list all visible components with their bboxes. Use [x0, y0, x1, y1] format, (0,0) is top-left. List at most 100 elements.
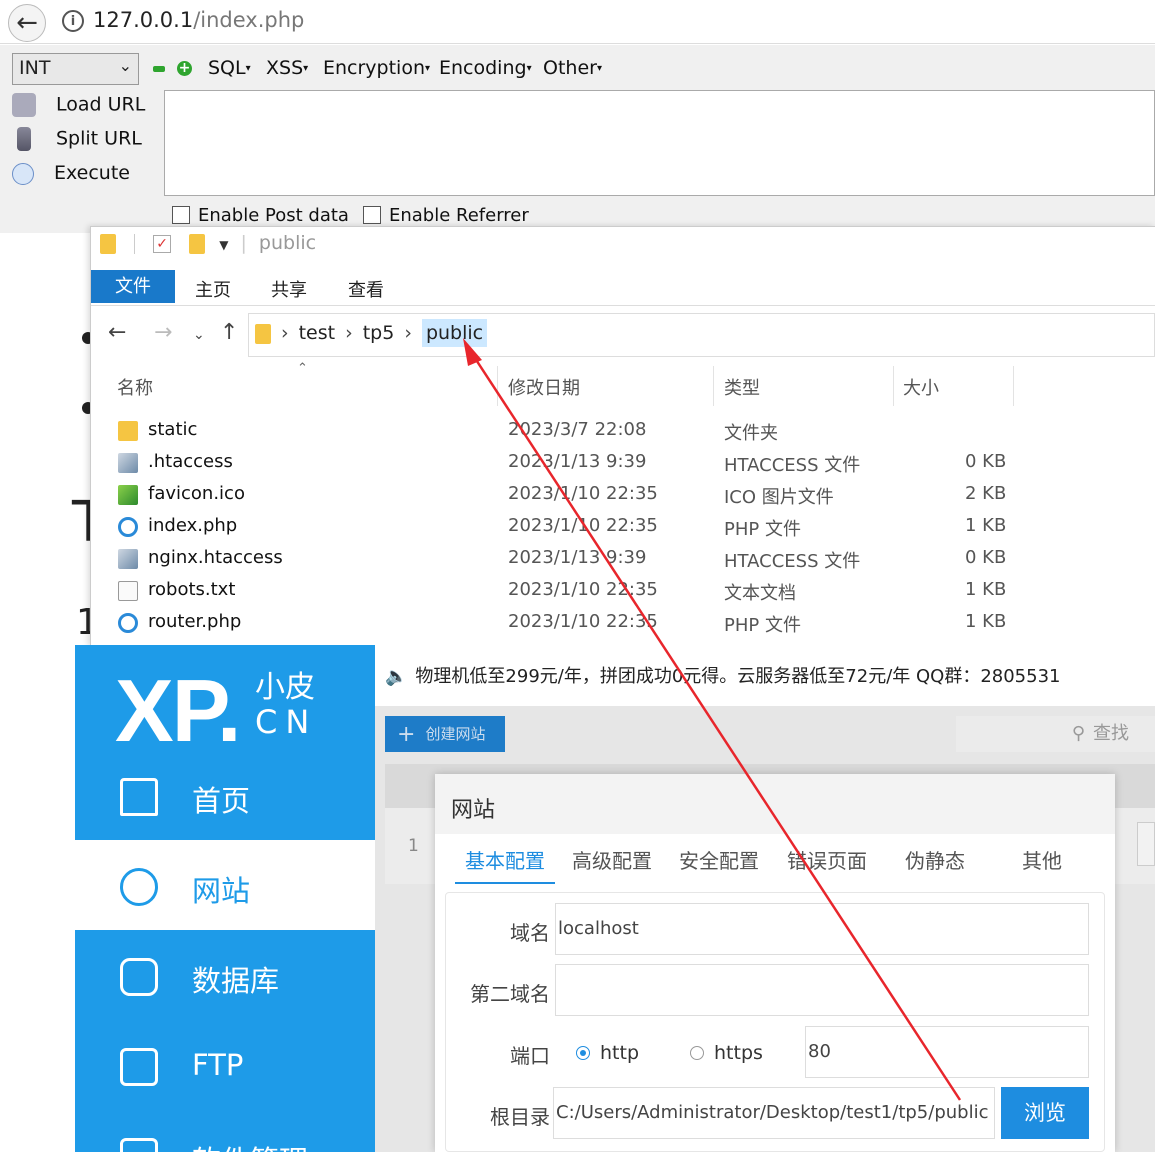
ie-file-icon [118, 517, 138, 537]
folder-icon [100, 233, 116, 254]
execute-button[interactable]: Execute [12, 162, 130, 185]
row-number: 1 [408, 836, 419, 856]
second-domain-input[interactable] [555, 964, 1089, 1016]
tab-other[interactable]: 其他 [1022, 845, 1062, 874]
minus-icon[interactable] [153, 66, 165, 72]
create-site-button[interactable]: + 创建网站 [385, 716, 505, 752]
image-file-icon [118, 485, 138, 505]
url-field[interactable]: 127.0.0.1/index.php [93, 8, 304, 32]
column-divider[interactable] [893, 366, 894, 406]
tab-share[interactable]: 共享 [271, 276, 307, 302]
column-divider[interactable] [713, 366, 714, 406]
column-name[interactable]: 名称 [117, 374, 153, 400]
software-icon [120, 1138, 158, 1152]
sort-up-icon: ⌃ [297, 361, 308, 376]
column-size[interactable]: 大小 [903, 374, 939, 400]
menu-encoding[interactable]: Encoding▾ [439, 57, 532, 79]
xp-logo-suffix: CN [255, 703, 318, 741]
tab-basic-config[interactable]: 基本配置 [455, 845, 555, 884]
nav-ftp[interactable]: FTP [75, 1020, 375, 1110]
customize-dropdown-icon[interactable]: ▼ [219, 238, 228, 252]
ribbon [91, 270, 1155, 306]
file-row[interactable]: nginx.htaccess 2023/1/13 9:39 HTACCESS 文件 0… [116, 543, 1016, 575]
radio-http[interactable]: http [576, 1042, 639, 1064]
file-row[interactable]: favicon.ico 2023/1/10 22:35 ICO 图片文件 2 KB [116, 479, 1016, 511]
back-arrow-icon[interactable]: ← [108, 320, 126, 345]
enable-post-checkbox[interactable]: Enable Post data [172, 205, 349, 226]
database-icon [120, 958, 158, 996]
speaker-icon: 🔈 [385, 666, 408, 687]
root-dir-input[interactable]: C:/Users/Administrator/Desktop/test1/tp5… [553, 1087, 995, 1139]
tab-home[interactable]: 主页 [195, 276, 231, 302]
breadcrumb-item[interactable]: test [299, 322, 336, 344]
ie-file-icon [118, 613, 138, 633]
properties-icon[interactable]: ✓ [153, 234, 172, 253]
xp-logo-cn: 小皮 [255, 670, 315, 705]
radio-https[interactable]: https [690, 1042, 763, 1064]
window-title: public [258, 232, 317, 254]
menu-sql[interactable]: SQL▾ [208, 57, 251, 79]
htaccess-file-icon [118, 549, 138, 569]
play-icon [12, 162, 34, 185]
second-domain-label: 第二域名 [470, 982, 550, 1006]
htaccess-file-icon [118, 453, 138, 473]
search-button[interactable]: ⚲ 查找 [956, 716, 1155, 752]
notice-bar: 🔈 物理机低至299元/年，拼团成功0元得。云服务器低至72元/年 QQ群：280… [385, 662, 1060, 688]
forward-arrow-icon[interactable]: → [154, 320, 172, 345]
breadcrumb-current[interactable]: public [421, 319, 488, 347]
url-textarea[interactable] [164, 90, 1155, 196]
dialog-title-bar [435, 774, 1115, 834]
port-input[interactable]: 80 [805, 1026, 1089, 1078]
column-divider[interactable] [497, 366, 498, 406]
file-row[interactable]: .htaccess 2023/1/13 9:39 HTACCESS 文件 0 KB [116, 447, 1016, 479]
file-row[interactable]: robots.txt 2023/1/10 22:35 文本文档 1 KB [116, 575, 1016, 607]
file-row[interactable]: index.php 2023/1/10 22:35 PHP 文件 1 KB [116, 511, 1016, 543]
back-button[interactable]: ← [8, 4, 46, 42]
nav-home[interactable]: 首页 [75, 750, 375, 840]
recent-dropdown-icon[interactable]: ⌄ [193, 327, 205, 343]
nav-database[interactable]: 数据库 [75, 930, 375, 1020]
chevron-down-icon: ⌄ [118, 56, 132, 75]
port-label: 端口 [510, 1044, 550, 1068]
tab-rewrite[interactable]: 伪静态 [905, 845, 965, 874]
split-url-button[interactable]: Split URL [12, 127, 142, 151]
globe-icon [120, 868, 158, 906]
breadcrumb: › test › tp5 › public [255, 319, 488, 347]
notice-text: 物理机低至299元/年，拼团成功0元得。云服务器低至72元/年 QQ群：2805… [415, 666, 1061, 687]
plus-icon: + [397, 722, 416, 747]
menu-encryption[interactable]: Encryption▾ [323, 57, 430, 79]
folder-icon [118, 421, 138, 441]
type-select[interactable]: INT ⌄ [12, 53, 139, 85]
quick-access-toolbar: ✓ ▼ | public [100, 232, 316, 262]
root-dir-label: 根目录 [490, 1105, 550, 1129]
column-date[interactable]: 修改日期 [508, 374, 580, 400]
nav-software[interactable]: 软件管理 [75, 1110, 375, 1152]
tab-file[interactable]: 文件 [91, 270, 175, 303]
type-select-value: INT [19, 57, 51, 79]
up-arrow-icon[interactable]: ↑ [220, 320, 238, 345]
tab-security-config[interactable]: 安全配置 [679, 845, 759, 874]
new-folder-icon[interactable] [189, 233, 206, 254]
info-icon[interactable]: i [62, 10, 84, 32]
file-row[interactable]: router.php 2023/1/10 22:35 PHP 文件 1 KB [116, 607, 1016, 639]
file-row[interactable]: static 2023/3/7 22:08 文件夹 [116, 415, 1016, 447]
nav-website[interactable]: 网站 [75, 840, 375, 930]
row-action[interactable] [1137, 822, 1155, 866]
load-url-button[interactable]: Load URL [12, 93, 145, 117]
tab-view[interactable]: 查看 [348, 276, 384, 302]
breadcrumb-item[interactable]: tp5 [363, 322, 395, 344]
browse-button[interactable]: 浏览 [1001, 1087, 1089, 1139]
domain-input[interactable]: localhost [555, 903, 1089, 955]
plus-icon[interactable]: + [177, 61, 192, 76]
scissors-icon [17, 127, 31, 151]
url-host: 127.0.0.1 [93, 8, 194, 32]
tab-advanced-config[interactable]: 高级配置 [572, 845, 652, 874]
tab-error-pages[interactable]: 错误页面 [787, 845, 867, 874]
menu-xss[interactable]: XSS▾ [266, 57, 308, 79]
xp-logo: XP. [115, 661, 241, 760]
enable-referrer-checkbox[interactable]: Enable Referrer [363, 205, 529, 226]
menu-other[interactable]: Other▾ [543, 57, 602, 79]
column-type[interactable]: 类型 [724, 374, 760, 400]
column-divider[interactable] [1013, 366, 1014, 406]
folder-icon [255, 323, 271, 344]
